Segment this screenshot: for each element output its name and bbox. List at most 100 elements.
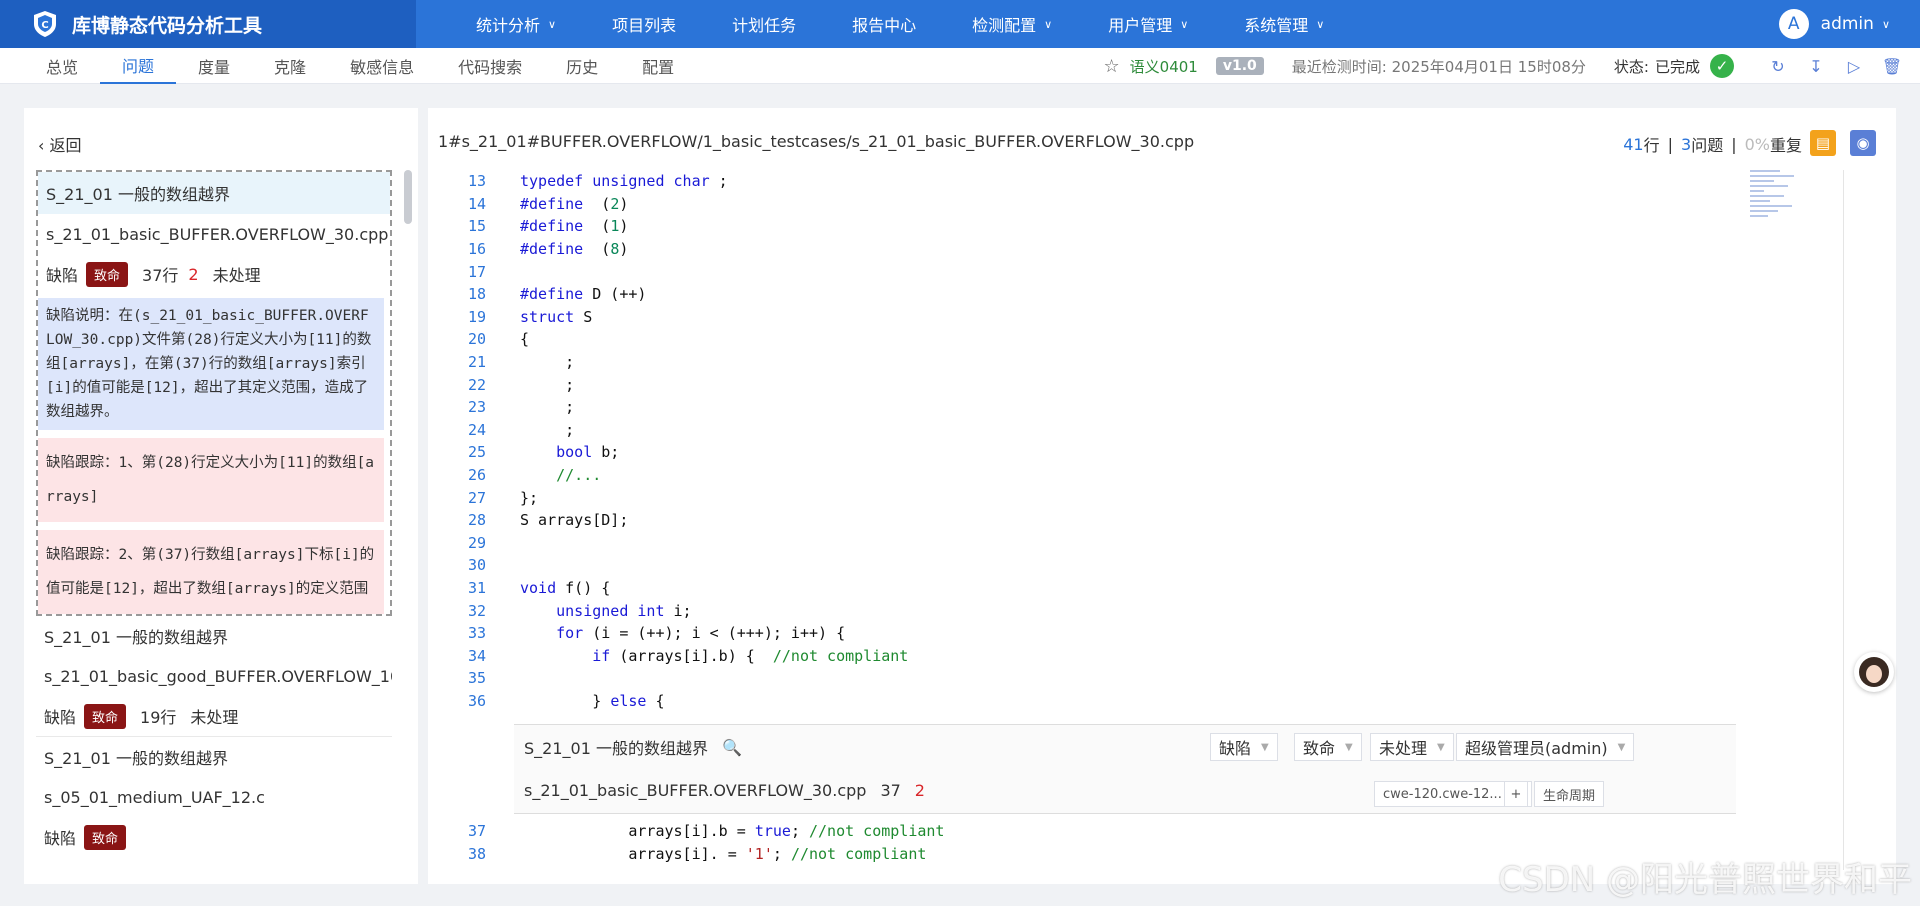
nav-item[interactable]: 项目列表 (612, 12, 676, 36)
code-line: 26 //... (428, 464, 1738, 487)
tab[interactable]: 配置 (620, 48, 696, 84)
search-doc-icon[interactable]: 🔍 (722, 738, 742, 757)
line-number[interactable]: 26 (428, 466, 486, 484)
nav-item[interactable]: 系统管理 ∨ (1244, 12, 1324, 36)
delete-icon[interactable]: 🗑 (1880, 54, 1904, 78)
line-number[interactable]: 31 (428, 579, 486, 597)
download-icon[interactable]: ↧ (1804, 54, 1828, 78)
line-number[interactable]: 30 (428, 556, 486, 574)
line-number[interactable]: 13 (428, 172, 486, 190)
line-number[interactable]: 14 (428, 195, 486, 213)
assistant-avatar[interactable] (1854, 652, 1894, 692)
line-number[interactable]: 17 (428, 263, 486, 281)
list-scrollbar[interactable] (404, 170, 412, 224)
defect-trace-2[interactable]: 缺陷跟踪：2、第(37)行数组[arrays]下标[i]的值可能是[12]，超出… (38, 530, 384, 614)
selected-issue[interactable]: S_21_01 一般的数组越界 s_21_01_basic_BUFFER.OVE… (36, 170, 392, 616)
code-minimap[interactable] (1750, 170, 1810, 260)
minimap-divider (1843, 170, 1844, 870)
issue-unit: 问题 (1691, 136, 1724, 155)
assignee-select[interactable]: 超级管理员(admin) ▼ (1456, 733, 1635, 761)
line-number[interactable]: 38 (428, 845, 486, 863)
issue-file: s_05_01_medium_UAF_12.c (44, 787, 265, 807)
line-number[interactable]: 20 (428, 330, 486, 348)
line-number[interactable]: 16 (428, 240, 486, 258)
nav-item[interactable]: 用户管理 ∨ (1108, 12, 1188, 36)
line-number[interactable]: 29 (428, 534, 486, 552)
line-number[interactable]: 36 (428, 692, 486, 710)
line-number[interactable]: 27 (428, 489, 486, 507)
brand[interactable]: C 库博静态代码分析工具 (0, 0, 416, 48)
chevron-down-icon: ∨ (1044, 17, 1053, 31)
code-line: 20 { (428, 328, 1738, 351)
line-number[interactable]: 18 (428, 285, 486, 303)
star-icon[interactable]: ☆ (1104, 56, 1120, 77)
eye-icon[interactable]: ◉ (1850, 130, 1876, 156)
tab[interactable]: 度量 (176, 48, 252, 84)
tab[interactable]: 敏感信息 (328, 48, 436, 84)
line-number[interactable]: 22 (428, 376, 486, 394)
code-text: }; (520, 488, 539, 507)
nav-item[interactable]: 报告中心 (852, 12, 916, 36)
add-tag-button[interactable]: + (1504, 781, 1528, 807)
nav-item[interactable]: 统计分析 ∨ (476, 12, 556, 36)
app-title: 库博静态代码分析工具 (72, 14, 263, 37)
list-item[interactable]: S_21_01 一般的数组越界 s_21_01_basic_good_BUFFE… (36, 616, 392, 737)
line-number[interactable]: 35 (428, 669, 486, 687)
user-menu[interactable]: A admin ∨ (1778, 0, 1890, 48)
code-text: arrays[i]. = '1'; //not compliant (520, 844, 927, 863)
code-text: struct S (520, 307, 593, 326)
line-number[interactable]: 19 (428, 308, 486, 326)
lifecycle-button[interactable]: 生命周期 (1534, 781, 1605, 807)
state-select[interactable]: 未处理 ▼ (1370, 733, 1454, 761)
nav-item[interactable]: 计划任务 (732, 12, 796, 36)
list-item[interactable]: S_21_01 一般的数组越界 s_05_01_medium_UAF_12.c … (36, 737, 392, 857)
issue-file: s_21_01_basic_BUFFER.OVERFLOW_30.cpp (46, 224, 389, 244)
line-number[interactable]: 24 (428, 421, 486, 439)
severity-select[interactable]: 致命 ▼ (1294, 733, 1362, 761)
tab[interactable]: 克隆 (252, 48, 328, 84)
issue-line: 37行 (142, 266, 179, 285)
shield-logo-icon: C (34, 11, 56, 37)
line-number[interactable]: 37 (428, 822, 486, 840)
document-icon[interactable]: ▤ (1810, 130, 1836, 156)
line-number[interactable]: 23 (428, 398, 486, 416)
issue-count: 2 (188, 264, 199, 284)
line-number[interactable]: 28 (428, 511, 486, 529)
refresh-icon[interactable]: ↻ (1766, 54, 1790, 78)
code-text: { (520, 330, 530, 349)
tab[interactable]: 历史 (544, 48, 620, 84)
line-number[interactable]: 21 (428, 353, 486, 371)
project-name[interactable]: 语义0401 (1130, 56, 1198, 77)
code-text: arrays[i].b = true; //not compliant (520, 822, 945, 841)
line-number[interactable]: 33 (428, 624, 486, 642)
line-number[interactable]: 32 (428, 602, 486, 620)
assignee-value: 超级管理员(admin) (1465, 739, 1608, 758)
line-number[interactable]: 25 (428, 443, 486, 461)
issue-file: s_21_01_basic_good_BUFFER.OVERFLOW_107..… (44, 666, 392, 686)
code-line: 23 ; (428, 396, 1738, 419)
nav-item[interactable]: 检测配置 ∨ (972, 12, 1052, 36)
watermark: CSDN @阳光普照世界和平 (1498, 860, 1912, 900)
tab[interactable]: 总览 (24, 48, 100, 84)
line-number[interactable]: 34 (428, 647, 486, 665)
tab[interactable]: 代码搜索 (436, 48, 544, 84)
severity-badge: 致命 (84, 703, 127, 729)
code-text: //... (556, 466, 602, 485)
nav-item-label: 系统管理 (1244, 16, 1309, 35)
code-text: ; (520, 353, 575, 372)
defect-trace-1[interactable]: 缺陷跟踪：1、第(28)行定义大小为[11]的数组[arrays] (38, 438, 384, 522)
play-icon[interactable]: ▷ (1842, 54, 1866, 78)
line-number[interactable]: 15 (428, 217, 486, 235)
back-button[interactable]: ‹ 返回 (38, 132, 82, 156)
dup-unit: 重复 (1769, 136, 1802, 155)
code-text: typedef unsigned char ; (520, 172, 728, 191)
severity-value: 致命 (1303, 739, 1336, 758)
type-select[interactable]: 缺陷 ▼ (1210, 733, 1278, 761)
code-line: 35 (428, 667, 1738, 690)
code-text: #define (2) (520, 194, 629, 213)
code-line: 17 (428, 260, 1738, 283)
code-stats: 41 行 | 3 问题 | 0% 重复 (1623, 132, 1802, 156)
code-line: 24 ; (428, 419, 1738, 442)
code-text: bool b; (556, 443, 620, 462)
tab[interactable]: 问题 (100, 48, 177, 84)
